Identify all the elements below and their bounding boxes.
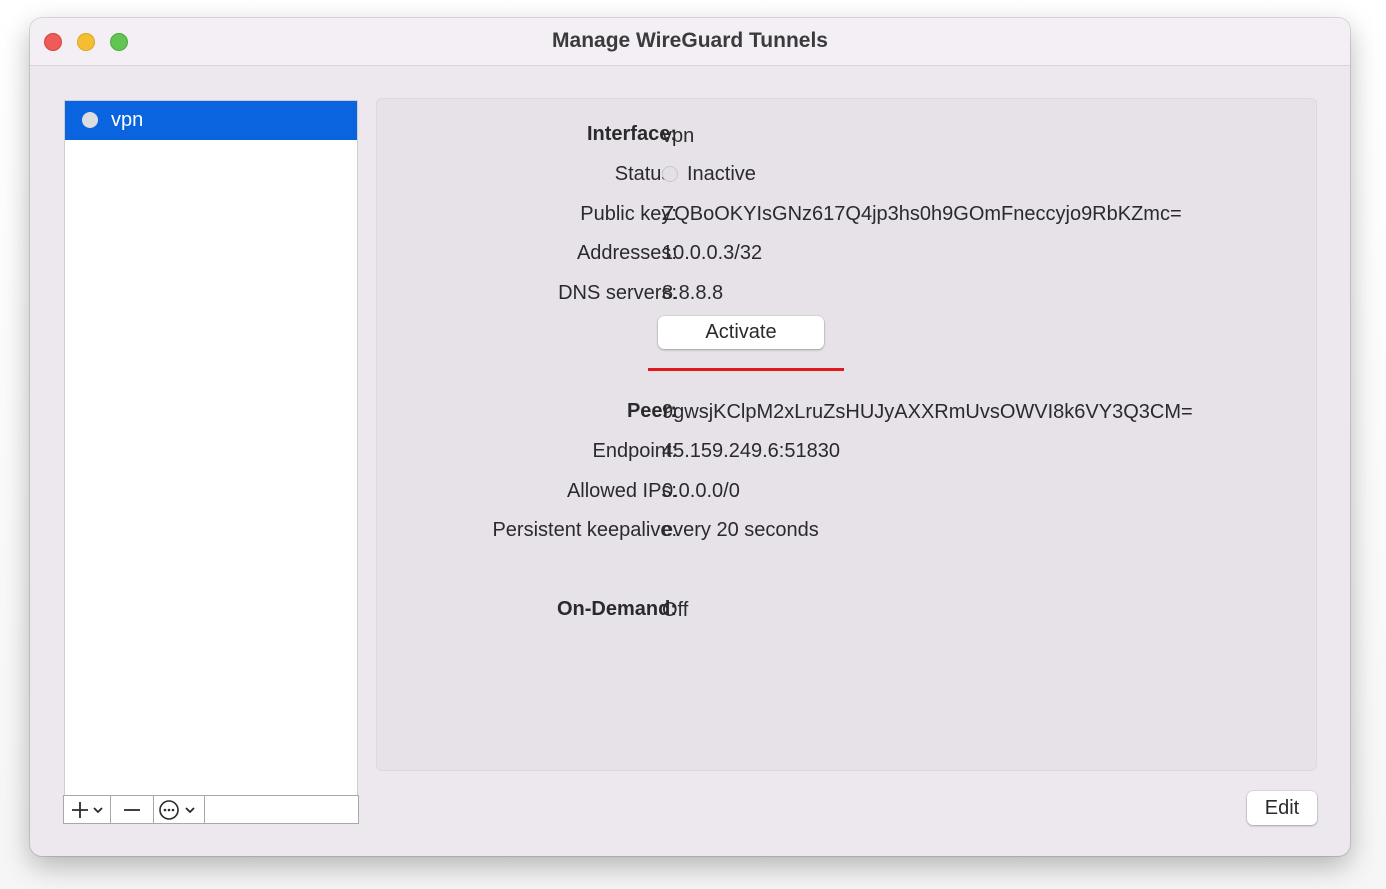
tunnel-list-item-vpn[interactable]: vpn (65, 101, 357, 140)
plus-icon (72, 801, 103, 818)
interface-value: vpn (662, 125, 695, 147)
status-value-group: Inactive (662, 163, 756, 186)
public-key-value: ZQBoOKYIsGNz617Q4jp3hs0h9GOmFneccyjo9RbK… (662, 203, 1182, 225)
title-bar: Manage WireGuard Tunnels (30, 18, 1350, 66)
allowed-ips-label: Allowed IPs: (566, 480, 677, 502)
tunnel-actions-menu-button[interactable] (154, 796, 205, 823)
allowed-ips-value: 0.0.0.0/0 (662, 480, 740, 502)
highlight-underline (648, 368, 844, 371)
interface-label: Interface: (586, 123, 677, 145)
edit-button[interactable]: Edit (1247, 791, 1317, 825)
add-tunnel-button[interactable] (64, 796, 111, 823)
activate-button[interactable]: Activate (658, 316, 824, 349)
status-value: Inactive (687, 163, 756, 185)
tunnel-list-toolbar (63, 795, 359, 824)
on-demand-label: On-Demand: (557, 598, 677, 620)
endpoint-label: Endpoint: (592, 440, 677, 462)
peer-label: Peer: (626, 400, 677, 422)
remove-tunnel-button[interactable] (111, 796, 154, 823)
inactive-status-dot-icon (662, 166, 678, 182)
dns-servers-label: DNS servers: (558, 282, 677, 304)
main-window: Manage WireGuard Tunnels vpn Interface: … (30, 18, 1350, 856)
persistent-keepalive-value: every 20 seconds (662, 519, 819, 541)
peer-value: 9gwsjKClpM2xLruZsHUJyAXXRmUvsOWVI8k6VY3Q… (662, 401, 1193, 423)
on-demand-value: Off (662, 599, 689, 621)
tunnel-status-dot-icon (82, 112, 98, 128)
status-label: Status: (614, 163, 677, 185)
public-key-label: Public key: (580, 203, 677, 225)
addresses-label: Addresses: (576, 242, 677, 264)
tunnel-detail-panel: Interface: vpn Status: Inactive Public k… (376, 98, 1317, 771)
tunnel-list[interactable]: vpn (64, 100, 358, 796)
tunnel-name: vpn (111, 109, 144, 131)
addresses-value: 10.0.0.3/32 (662, 242, 763, 264)
dns-servers-value: 8.8.8.8 (662, 282, 724, 304)
ellipsis-circle-icon (159, 799, 195, 820)
minus-icon (124, 808, 140, 811)
window-title: Manage WireGuard Tunnels (552, 29, 828, 52)
endpoint-value: 45.159.249.6:51830 (662, 440, 840, 462)
persistent-keepalive-label: Persistent keepalive: (492, 519, 677, 541)
